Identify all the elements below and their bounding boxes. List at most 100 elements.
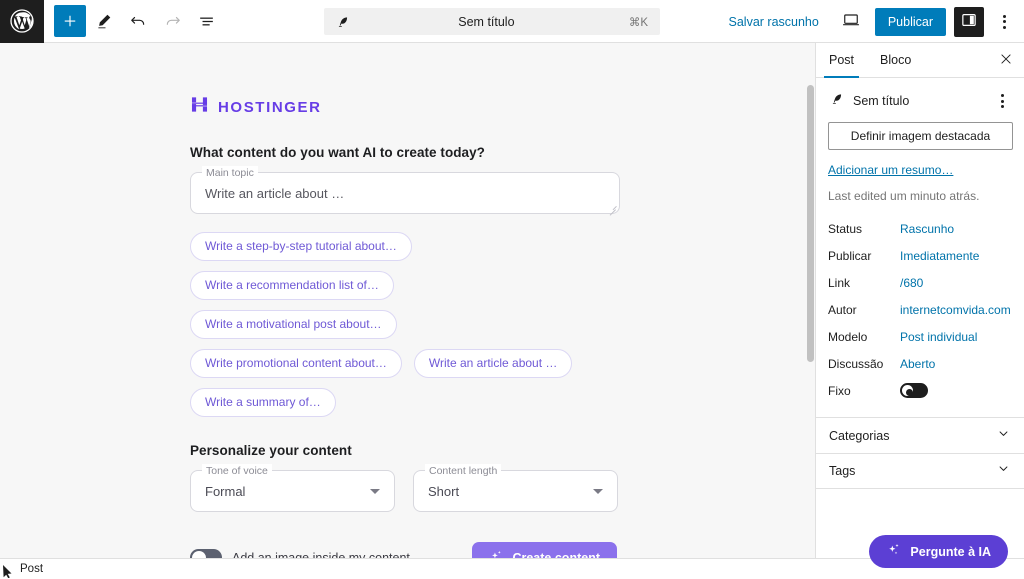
meta-key-discussao: Discussão bbox=[828, 357, 900, 371]
ask-ai-label: Pergunte à IA bbox=[910, 545, 991, 559]
three-dots-vertical-icon bbox=[1003, 15, 1006, 29]
create-content-button[interactable]: Create content bbox=[472, 542, 617, 558]
document-outline-icon bbox=[197, 12, 216, 31]
meta-key-autor: Autor bbox=[828, 303, 900, 317]
save-draft-button[interactable]: Salvar rascunho bbox=[721, 9, 827, 35]
meta-row-publicar: Publicar Imediatamente bbox=[816, 242, 1024, 269]
edit-tool-button[interactable] bbox=[88, 5, 120, 37]
more-options-button[interactable] bbox=[992, 6, 1016, 38]
editor-top-bar: Sem título ⌘K Salvar rascunho Publicar bbox=[0, 0, 1024, 43]
chevron-down-icon bbox=[996, 461, 1011, 481]
canvas-scrollbar-thumb[interactable] bbox=[807, 85, 814, 362]
sidebar-collapsible-panels: Categorias Tags bbox=[816, 417, 1024, 489]
undo-button[interactable] bbox=[122, 5, 154, 37]
chip-article[interactable]: Write an article about … bbox=[414, 349, 573, 378]
textarea-resize-grip[interactable] bbox=[608, 203, 616, 211]
command-k-shortcut: ⌘K bbox=[629, 15, 648, 29]
set-featured-image-button[interactable]: Definir imagem destacada bbox=[828, 122, 1013, 150]
add-image-toggle[interactable] bbox=[190, 549, 222, 558]
panel-categorias[interactable]: Categorias bbox=[816, 417, 1024, 453]
add-excerpt-link[interactable]: Adicionar um resumo… bbox=[828, 163, 953, 177]
meta-row-autor: Autor internetcomvida.com bbox=[816, 296, 1024, 323]
chip-tutorial[interactable]: Write a step-by-step tutorial about… bbox=[190, 232, 412, 261]
document-title-bar[interactable]: Sem título ⌘K bbox=[324, 8, 660, 35]
meta-key-link: Link bbox=[828, 276, 900, 290]
meta-row-modelo: Modelo Post individual bbox=[816, 323, 1024, 350]
main-topic-value: Write an article about … bbox=[191, 186, 344, 201]
meta-row-link: Link /680 bbox=[816, 269, 1024, 296]
main-topic-input[interactable]: Main topic Write an article about … bbox=[190, 172, 620, 214]
post-metadata-list: Status Rascunho Publicar Imediatamente L… bbox=[816, 215, 1024, 404]
panel-tags[interactable]: Tags bbox=[816, 453, 1024, 489]
ai-panel-actions: Add an image inside my content Create co… bbox=[190, 542, 617, 558]
add-block-button[interactable] bbox=[54, 5, 86, 37]
preview-button[interactable] bbox=[835, 6, 867, 38]
top-toolbar-left bbox=[44, 5, 222, 37]
sparkles-icon bbox=[489, 549, 504, 559]
tone-of-voice-legend: Tone of voice bbox=[202, 464, 272, 478]
chip-motivational-post[interactable]: Write a motivational post about… bbox=[190, 310, 397, 339]
personalize-controls: Tone of voice Formal Content length Shor… bbox=[190, 470, 620, 512]
feather-pen-icon bbox=[830, 92, 844, 111]
prompt-suggestion-chips: Write a step-by-step tutorial about… Wri… bbox=[190, 232, 590, 417]
meta-value-status[interactable]: Rascunho bbox=[900, 222, 954, 236]
add-image-toggle-label: Add an image inside my content bbox=[232, 551, 410, 559]
content-length-select[interactable]: Content length Short bbox=[413, 470, 618, 512]
ai-panel-heading: What content do you want AI to create to… bbox=[190, 145, 620, 160]
settings-sidebar: Post Bloco Sem título Definir imagem des… bbox=[815, 43, 1024, 558]
document-actions-button[interactable] bbox=[992, 89, 1012, 113]
content-length-value: Short bbox=[414, 484, 459, 499]
sidebar-document-title: Sem título bbox=[853, 94, 983, 108]
undo-arrow-icon bbox=[129, 12, 148, 31]
settings-sidebar-toggle-button[interactable] bbox=[954, 7, 984, 37]
close-icon bbox=[999, 52, 1013, 69]
hostinger-logo: HOSTINGER bbox=[190, 95, 620, 119]
editor-status-bar: Post bbox=[0, 558, 1024, 579]
chevron-down-icon bbox=[370, 489, 380, 494]
hostinger-mark-icon bbox=[190, 95, 209, 119]
wordpress-logo-button[interactable] bbox=[0, 0, 44, 43]
meta-value-discussao[interactable]: Aberto bbox=[900, 357, 935, 371]
editor-canvas: HOSTINGER What content do you want AI to… bbox=[0, 43, 815, 558]
last-edited-text: Last edited um minuto atrás. bbox=[828, 189, 1024, 203]
personalize-heading: Personalize your content bbox=[190, 443, 620, 458]
ask-ai-button[interactable]: Pergunte à IA bbox=[869, 535, 1008, 568]
content-length-legend: Content length bbox=[425, 464, 501, 478]
meta-value-link[interactable]: /680 bbox=[900, 276, 923, 290]
meta-value-modelo[interactable]: Post individual bbox=[900, 330, 977, 344]
meta-value-autor[interactable]: internetcomvida.com bbox=[900, 303, 1011, 317]
plus-icon bbox=[61, 12, 79, 30]
sticky-post-toggle[interactable] bbox=[900, 383, 928, 398]
canvas-scrollbar[interactable] bbox=[805, 43, 815, 558]
tab-post[interactable]: Post bbox=[816, 43, 867, 77]
pencil-icon bbox=[95, 12, 113, 30]
sidebar-document-row: Sem título bbox=[816, 78, 1024, 122]
chip-summary[interactable]: Write a summary of… bbox=[190, 388, 336, 417]
tone-of-voice-select[interactable]: Tone of voice Formal bbox=[190, 470, 395, 512]
meta-row-fixo: Fixo bbox=[816, 377, 1024, 404]
chevron-down-icon bbox=[593, 489, 603, 494]
panel-categorias-label: Categorias bbox=[829, 429, 889, 443]
meta-value-publicar[interactable]: Imediatamente bbox=[900, 249, 979, 263]
list-view-button[interactable] bbox=[190, 5, 222, 37]
meta-row-discussao: Discussão Aberto bbox=[816, 350, 1024, 377]
sidebar-tabs: Post Bloco bbox=[816, 43, 1024, 78]
tone-of-voice-value: Formal bbox=[191, 484, 245, 499]
meta-row-status: Status Rascunho bbox=[816, 215, 1024, 242]
add-image-toggle-group: Add an image inside my content bbox=[190, 549, 410, 558]
close-sidebar-button[interactable] bbox=[994, 48, 1018, 72]
meta-key-modelo: Modelo bbox=[828, 330, 900, 344]
top-toolbar-right: Salvar rascunho Publicar bbox=[721, 0, 1017, 43]
create-content-label: Create content bbox=[512, 551, 600, 559]
chip-recommendation-list[interactable]: Write a recommendation list of… bbox=[190, 271, 394, 300]
status-bar-breadcrumb: Post bbox=[20, 563, 43, 575]
redo-button[interactable] bbox=[156, 5, 188, 37]
publish-button[interactable]: Publicar bbox=[875, 8, 946, 36]
hostinger-wordmark: HOSTINGER bbox=[218, 99, 322, 116]
meta-key-publicar: Publicar bbox=[828, 249, 900, 263]
ai-content-generator-panel: HOSTINGER What content do you want AI to… bbox=[190, 95, 620, 558]
tab-bloco[interactable]: Bloco bbox=[867, 43, 924, 77]
meta-key-fixo: Fixo bbox=[828, 384, 900, 398]
chip-promotional-content[interactable]: Write promotional content about… bbox=[190, 349, 402, 378]
sparkles-icon bbox=[886, 542, 902, 561]
